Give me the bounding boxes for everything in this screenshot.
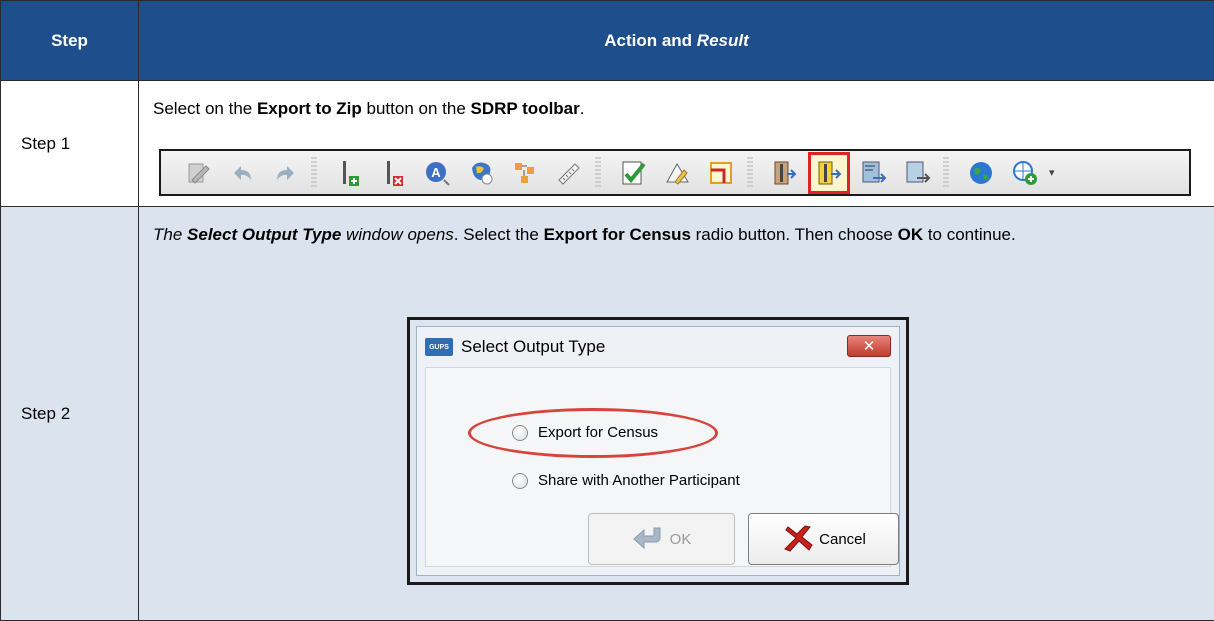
sdrp-toolbar: A▾	[159, 149, 1191, 196]
redo-icon	[270, 158, 300, 188]
globe-button[interactable]	[963, 155, 999, 191]
undo-button[interactable]	[223, 155, 259, 191]
cancel-button[interactable]: Cancel	[748, 513, 899, 565]
split-icon	[706, 158, 736, 188]
radio-share-with-participant[interactable]: Share with Another Participant	[512, 472, 740, 489]
toolbar-separator	[747, 157, 753, 189]
globe-icon	[966, 158, 996, 188]
radio-icon[interactable]	[512, 473, 528, 489]
share-button[interactable]	[899, 155, 935, 191]
svg-text:A: A	[431, 165, 441, 180]
topology-icon	[510, 158, 540, 188]
gups-logo-icon: GUPS	[425, 338, 453, 356]
cancel-x-icon	[781, 524, 815, 554]
label-button[interactable]: A	[419, 155, 455, 191]
edit-pencil-button[interactable]	[179, 155, 215, 191]
toolbar-separator	[311, 157, 317, 189]
ok-button[interactable]: OK	[588, 513, 735, 565]
export-to-zip-term: Export to Zip	[257, 99, 362, 118]
ruler-icon	[554, 158, 584, 188]
step1-instructions: Select on the Export to Zip button on th…	[153, 95, 1200, 123]
table-row: Step 1 Select on the Export to Zip butto…	[1, 81, 1214, 207]
toolbar-separator	[943, 157, 949, 189]
import-zip-icon	[770, 158, 800, 188]
radio-label: Share with Another Participant	[538, 472, 740, 489]
export-for-census-term: Export for Census	[544, 225, 691, 244]
radio-export-for-census[interactable]: Export for Census	[512, 424, 658, 441]
header-action: Action and Result	[139, 1, 1214, 81]
identify-button[interactable]	[463, 155, 499, 191]
edit-pencil-icon	[182, 158, 212, 188]
instruction-table: Step Action and Result Step 1 Select on …	[0, 0, 1214, 621]
add-web-service-button[interactable]	[1007, 155, 1043, 191]
step2-instructions: The Select Output Type window opens. Sel…	[153, 221, 1200, 249]
import-zip-button[interactable]	[767, 155, 803, 191]
close-button[interactable]: ✕	[847, 335, 891, 357]
validate-button[interactable]	[615, 155, 651, 191]
table-header-row: Step Action and Result	[1, 1, 1214, 81]
add-point-button[interactable]	[331, 155, 367, 191]
ruler-button[interactable]	[551, 155, 587, 191]
validate-icon	[618, 158, 648, 188]
action-cell: The Select Output Type window opens. Sel…	[139, 207, 1214, 621]
toolbar-separator	[595, 157, 601, 189]
edit-shape-icon	[662, 158, 692, 188]
identify-icon	[466, 158, 496, 188]
delete-point-icon	[378, 158, 408, 188]
ok-term: OK	[898, 225, 924, 244]
dialog-body: Export for Census Share with Another Par…	[425, 367, 891, 567]
select-output-type-dialog: GUPS Select Output Type ✕ Export for Cen…	[407, 317, 909, 585]
radio-label: Export for Census	[538, 424, 658, 441]
edit-shape-button[interactable]	[659, 155, 695, 191]
export-zip-icon	[814, 158, 844, 188]
share-icon	[902, 158, 932, 188]
add-point-icon	[334, 158, 364, 188]
export-map-icon	[858, 158, 888, 188]
delete-point-button[interactable]	[375, 155, 411, 191]
header-result: Result	[697, 31, 749, 50]
export-map-button[interactable]	[855, 155, 891, 191]
radio-icon[interactable]	[512, 425, 528, 441]
dialog-title: Select Output Type	[461, 337, 605, 357]
label-icon: A	[422, 158, 452, 188]
dropdown-caret-icon[interactable]: ▾	[1049, 166, 1055, 179]
step-label: Step 2	[1, 207, 139, 621]
step-label: Step 1	[1, 81, 139, 207]
redo-button[interactable]	[267, 155, 303, 191]
action-cell: Select on the Export to Zip button on th…	[139, 81, 1214, 207]
dialog-title-bar: GUPS Select Output Type	[425, 337, 605, 357]
undo-icon	[226, 158, 256, 188]
add-web-service-icon	[1010, 158, 1040, 188]
split-button[interactable]	[703, 155, 739, 191]
header-step: Step	[1, 1, 139, 81]
export-zip-button[interactable]	[811, 155, 847, 191]
return-arrow-icon	[632, 525, 666, 553]
select-output-type-term: Select Output Type	[187, 225, 341, 244]
topology-button[interactable]	[507, 155, 543, 191]
table-row: Step 2 The Select Output Type window ope…	[1, 207, 1214, 621]
sdrp-toolbar-term: SDRP toolbar	[471, 99, 580, 118]
